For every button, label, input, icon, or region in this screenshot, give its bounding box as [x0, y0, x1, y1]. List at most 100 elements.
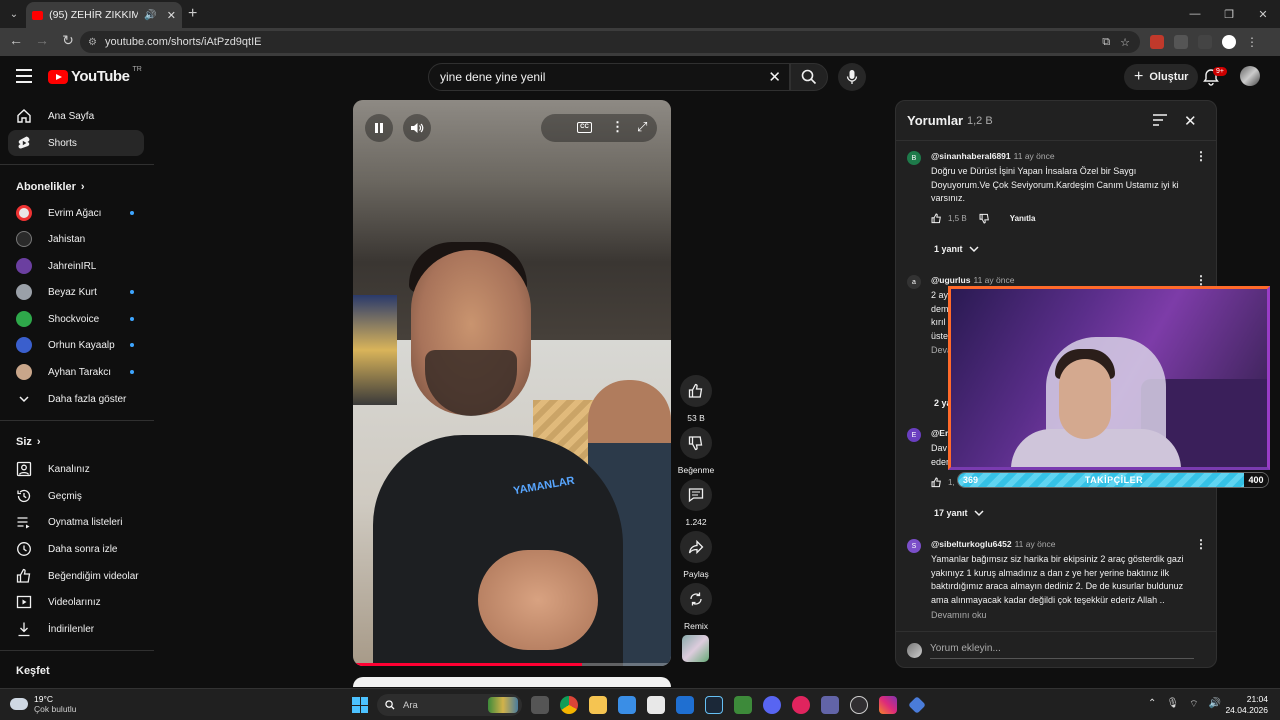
- hamburger-menu-icon[interactable]: [16, 69, 32, 83]
- close-window-icon[interactable]: ✕: [1246, 0, 1280, 28]
- comment-menu-icon[interactable]: ⋮: [1195, 273, 1207, 287]
- sidebar-item-subscription[interactable]: Jahistan: [8, 226, 144, 252]
- sound-source-thumbnail[interactable]: [682, 635, 709, 662]
- install-app-icon[interactable]: ⧉: [1102, 36, 1110, 49]
- windows-start-icon[interactable]: [352, 697, 368, 713]
- sidebar-item-subscription[interactable]: JahreinIRL: [8, 253, 144, 279]
- browser-tab-active[interactable]: (95) ZEHİR ZIKKIM OLSUN! 🔊 ✕: [26, 2, 182, 28]
- sidebar-item-subscription[interactable]: Ayhan Tarakcı: [8, 359, 144, 385]
- reply-button[interactable]: Yanıtla: [1010, 214, 1036, 223]
- comment-author[interactable]: @sibelturkoglu6452: [931, 539, 1012, 549]
- weather-widget[interactable]: 19°C Çok bulutlu: [8, 694, 77, 714]
- video-progress-bar[interactable]: [353, 663, 671, 666]
- address-bar[interactable]: ⚙ youtube.com/shorts/iAtPzd9qtIE ⧉ ☆: [80, 31, 1140, 53]
- reload-icon[interactable]: ↻: [56, 32, 80, 49]
- app-icon[interactable]: [908, 696, 926, 714]
- maximize-icon[interactable]: ❐: [1212, 0, 1246, 28]
- sidebar-item-watch-later[interactable]: Daha sonra izle: [8, 536, 144, 562]
- store-icon[interactable]: [647, 696, 665, 714]
- comment-menu-icon[interactable]: ⋮: [1195, 149, 1207, 163]
- obs-icon[interactable]: [850, 696, 868, 714]
- comment-like-icon[interactable]: [931, 477, 942, 488]
- site-info-icon[interactable]: ⚙: [88, 37, 97, 48]
- sort-icon[interactable]: [1152, 113, 1168, 127]
- replies-toggle[interactable]: 17 yanıt: [934, 508, 984, 518]
- tray-mic-icon[interactable]: 🎙: [1166, 698, 1179, 711]
- media-player-icon[interactable]: [792, 696, 810, 714]
- pause-button[interactable]: [365, 114, 393, 142]
- commenter-avatar[interactable]: S: [907, 539, 921, 553]
- mail-icon[interactable]: [676, 696, 694, 714]
- profile-icon[interactable]: [1222, 35, 1236, 49]
- share-button[interactable]: Paylaş: [679, 531, 713, 579]
- instagram-icon[interactable]: [879, 696, 897, 714]
- sidebar-item-history[interactable]: Geçmiş: [8, 483, 144, 509]
- network-icon[interactable]: ⌔: [1189, 698, 1198, 711]
- remix-button[interactable]: Remix: [679, 583, 713, 631]
- browser-menu-icon[interactable]: ⋮: [1246, 35, 1258, 49]
- minimize-icon[interactable]: —: [1178, 0, 1212, 28]
- search-button[interactable]: [790, 63, 828, 91]
- discord-icon[interactable]: [763, 696, 781, 714]
- sidebar-item-playlists[interactable]: Oynatma listeleri: [8, 509, 144, 535]
- replies-toggle[interactable]: 1 yanıt: [934, 244, 979, 254]
- comment-author[interactable]: @ugurlus: [931, 275, 970, 285]
- comment-dislike-icon[interactable]: [979, 213, 990, 224]
- sidebar-item-liked-videos[interactable]: Beğendiğim videolar: [8, 563, 144, 589]
- add-comment-input[interactable]: Yorum ekleyin...: [930, 643, 1001, 654]
- extension-icon[interactable]: [1150, 35, 1164, 49]
- file-explorer-icon[interactable]: [589, 696, 607, 714]
- account-avatar[interactable]: [1240, 66, 1260, 86]
- comment-author[interactable]: @sinanhaberal6891: [931, 151, 1011, 161]
- create-button[interactable]: + Oluştur: [1124, 64, 1199, 90]
- fullscreen-icon[interactable]: ⤢: [637, 119, 647, 135]
- back-icon[interactable]: ←: [4, 32, 28, 49]
- task-view-icon[interactable]: [531, 696, 549, 714]
- sidebar-item-downloads[interactable]: İndirilenler: [8, 616, 144, 642]
- puzzle-icon[interactable]: [1174, 35, 1188, 49]
- you-heading[interactable]: Siz ›: [16, 436, 41, 448]
- sidebar-item-subscription[interactable]: Shockvoice: [8, 306, 144, 332]
- dislike-button[interactable]: Beğenme: [678, 427, 714, 475]
- new-tab-button[interactable]: +: [188, 5, 197, 23]
- teams-icon[interactable]: [821, 696, 839, 714]
- taskbar-clock[interactable]: 21:04 24.04.2026: [1225, 694, 1268, 716]
- captions-icon[interactable]: CC: [577, 122, 592, 133]
- minecraft-icon[interactable]: [734, 696, 752, 714]
- chrome-icon[interactable]: [560, 696, 578, 714]
- monitor-app-icon[interactable]: [618, 696, 636, 714]
- comment-menu-icon[interactable]: ⋮: [1195, 537, 1207, 551]
- youtube-logo[interactable]: YouTube TR: [48, 66, 142, 85]
- next-short-card[interactable]: [353, 677, 671, 687]
- voice-search-button[interactable]: [838, 63, 866, 91]
- sidebar-item-subscription[interactable]: Orhun Kayaalp: [8, 332, 144, 358]
- taskbar-search[interactable]: Ara: [377, 694, 522, 716]
- speaker-icon[interactable]: 🔊: [1209, 698, 1221, 711]
- sidebar-item-your-videos[interactable]: Videolarınız: [8, 589, 144, 615]
- close-icon[interactable]: ✕: [1184, 112, 1197, 130]
- close-tab-icon[interactable]: ✕: [167, 9, 176, 22]
- search-input[interactable]: yine dene yine yenil ✕: [428, 63, 790, 91]
- commenter-avatar[interactable]: a: [907, 275, 921, 289]
- sidebar-item-subscription[interactable]: Beyaz Kurt: [8, 279, 144, 305]
- show-more-button[interactable]: Daha fazla göster: [8, 386, 144, 412]
- forward-icon[interactable]: →: [30, 32, 54, 49]
- sidebar-item-subscription[interactable]: Evrim Ağacı: [8, 200, 144, 226]
- like-button[interactable]: 53 B: [679, 375, 713, 423]
- sidebar-item-shorts[interactable]: Shorts: [8, 130, 144, 156]
- sidebar-item-your-channel[interactable]: Kanalınız: [8, 456, 144, 482]
- subscriptions-heading[interactable]: Abonelikler ›: [16, 181, 85, 193]
- volume-button[interactable]: [403, 114, 431, 142]
- commenter-avatar[interactable]: B: [907, 151, 921, 165]
- comment-like-icon[interactable]: [931, 213, 942, 224]
- commenter-avatar[interactable]: E: [907, 428, 921, 442]
- media-controls-icon[interactable]: [1198, 35, 1212, 49]
- bookmark-star-icon[interactable]: ☆: [1120, 36, 1130, 49]
- add-comment-row[interactable]: Yorum ekleyin...: [896, 631, 1216, 667]
- tray-chevron-up-icon[interactable]: ⌃: [1148, 698, 1156, 711]
- clear-search-icon[interactable]: ✕: [768, 68, 781, 86]
- shorts-video-player[interactable]: YAMANLAR CC ⋮ ⤢: [353, 100, 671, 666]
- comments-button[interactable]: 1.242: [679, 479, 713, 527]
- steam-icon[interactable]: [705, 696, 723, 714]
- sidebar-item-home[interactable]: Ana Sayfa: [8, 103, 144, 129]
